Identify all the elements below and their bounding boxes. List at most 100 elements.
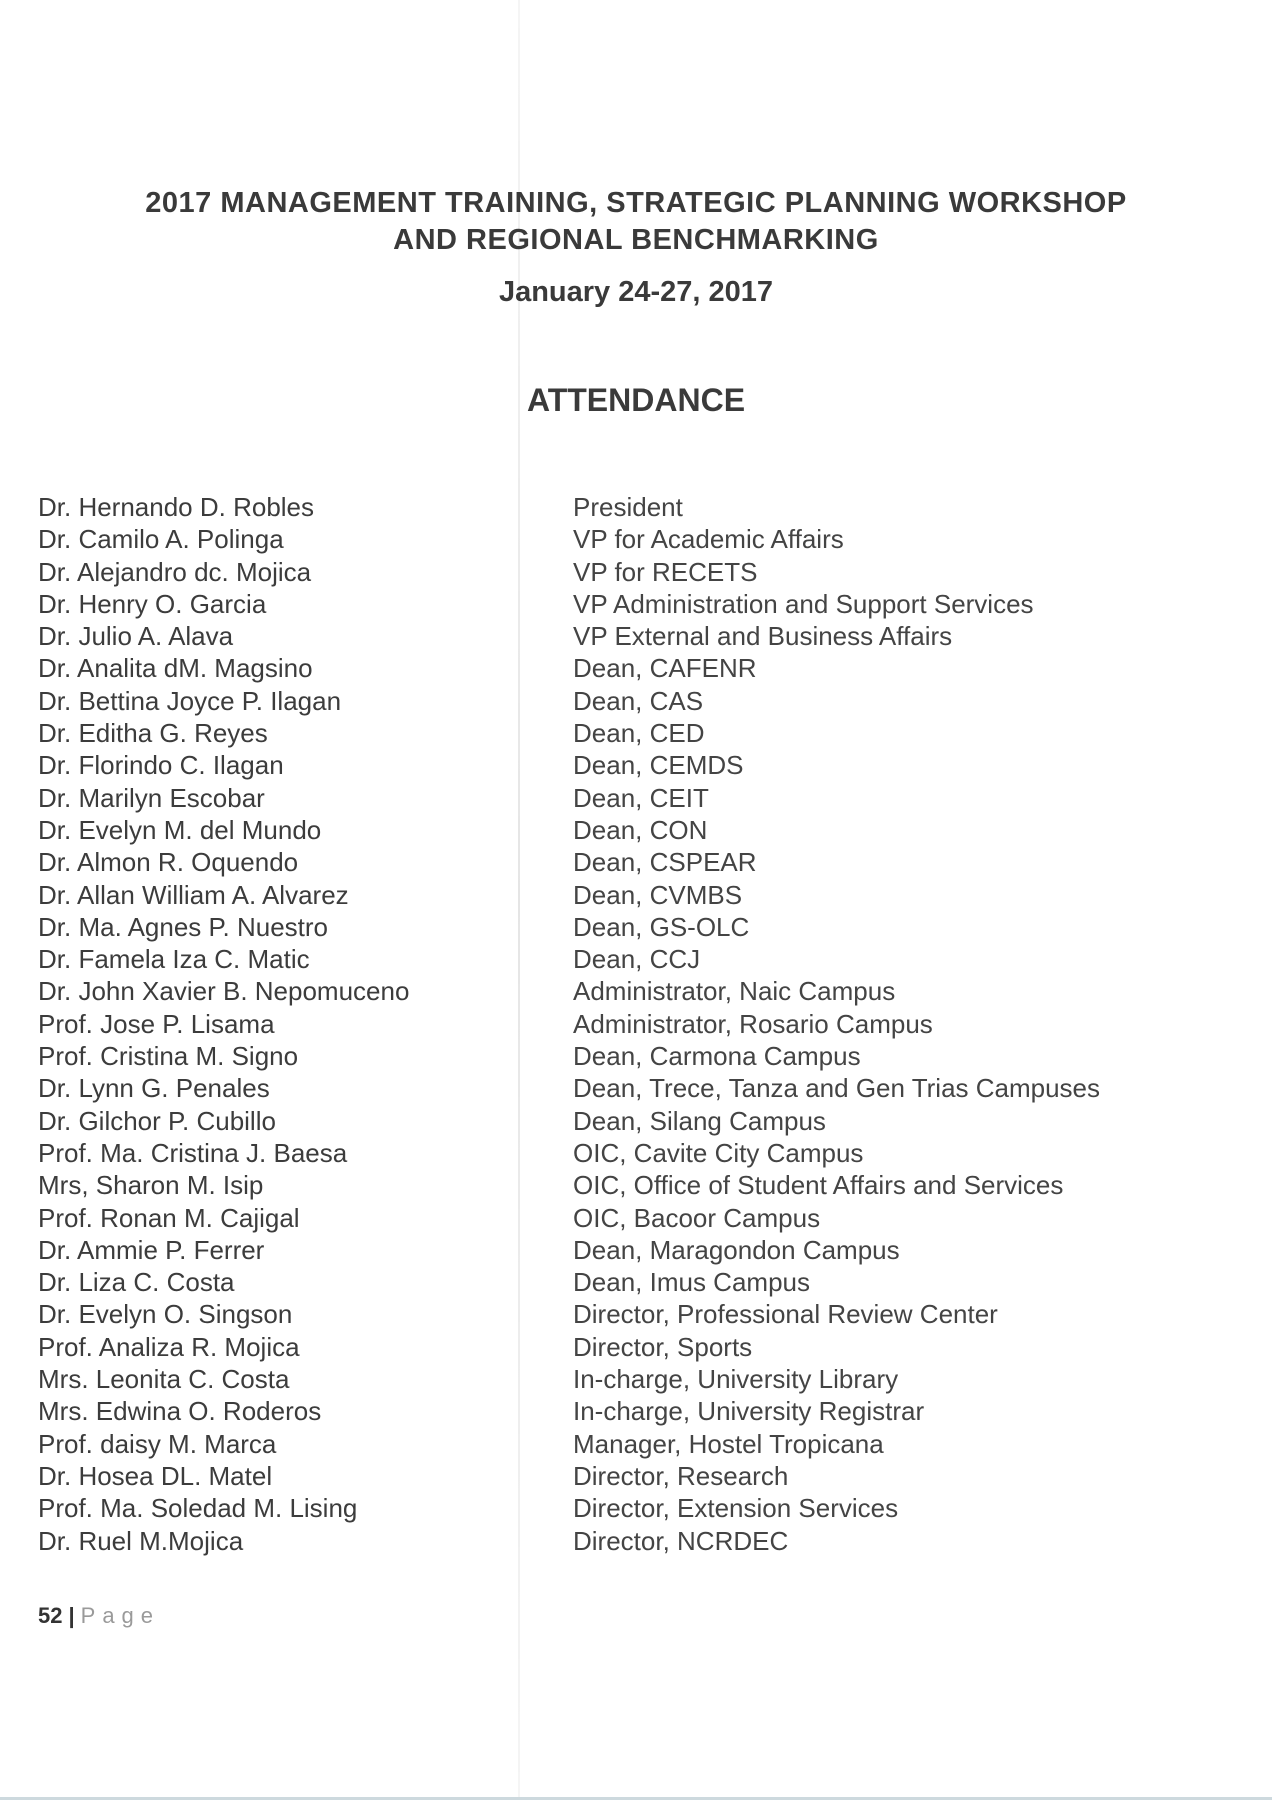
attendance-row: Dr. Famela Iza C. Matic Dean, CCJ (38, 943, 1218, 975)
attendance-row: Dr. Gilchor P. Cubillo Dean, Silang Campu… (38, 1105, 1218, 1137)
attendee-position: Dean, CCJ (573, 944, 701, 975)
attendee-position: OIC, Bacoor Campus (573, 1202, 821, 1233)
attendee-name: Dr. Julio A. Alava (38, 621, 234, 652)
attendance-row: Dr. Editha G. Reyes Dean, CED (38, 717, 1218, 749)
attendance-row: Dr. Liza C. Costa Dean, Imus Campus (38, 1266, 1218, 1298)
attendance-row: Dr. Florindo C. Ilagan Dean, CEMDS (38, 749, 1218, 781)
attendance-row: Dr. John Xavier B. Nepomuceno Administrat… (38, 975, 1218, 1007)
attendance-row: Dr. Bettina Joyce P. Ilagan Dean, CAS (38, 685, 1218, 717)
attendee-position: Dean, CON (573, 814, 708, 845)
attendee-name: Dr. Ma. Agnes P. Nuestro (38, 911, 328, 942)
attendee-position: Dean, GS-OLC (573, 911, 750, 942)
attendee-name: Prof. Ronan M. Cajigal (38, 1202, 300, 1233)
attendee-name: Dr. Analita dM. Magsino (38, 653, 313, 684)
attendee-position: VP for RECETS (573, 556, 758, 587)
page-label: Page (80, 1603, 161, 1628)
attendee-name: Prof. Ma. Soledad M. Lising (38, 1493, 358, 1524)
attendee-position: Director, Professional Review Center (573, 1299, 998, 1330)
attendee-position: Manager, Hostel Tropicana (573, 1428, 884, 1459)
attendee-name: Dr. Almon R. Oquendo (38, 847, 299, 878)
attendee-name: Mrs. Leonita C. Costa (38, 1364, 290, 1395)
attendee-position: Dean, CVMBS (573, 879, 743, 910)
page-footer: 52 | Page (38, 1603, 160, 1629)
attendee-name: Dr. Gilchor P. Cubillo (38, 1105, 276, 1136)
attendee-name: Dr. Camilo A. Polinga (38, 524, 284, 555)
attendee-position: Dean, CAS (573, 685, 704, 716)
attendee-name: Dr. Allan William A. Alvarez (38, 879, 349, 910)
attendee-position: VP Administration and Support Services (573, 588, 1034, 619)
attendee-position: Dean, Maragondon Campus (573, 1234, 900, 1265)
attendance-row: Prof. Cristina M. Signo Dean, Carmona Cam… (38, 1040, 1218, 1072)
attendee-position: Director, NCRDEC (573, 1525, 789, 1556)
attendee-position: Administrator, Naic Campus (573, 976, 896, 1007)
attendee-name: Dr. Henry O. Garcia (38, 588, 267, 619)
document-title-line-2: AND REGIONAL BENCHMARKING (393, 224, 879, 256)
attendance-row: Dr. Alejandro dc. Mojica VP for RECETS (38, 556, 1218, 588)
attendee-name: Dr. Editha G. Reyes (38, 718, 268, 749)
attendee-name: Dr. John Xavier B. Nepomuceno (38, 976, 410, 1007)
attendance-row: Dr. Julio A. Alava VP External and Busine… (38, 620, 1218, 652)
attendance-row: Dr. Allan William A. Alvarez Dean, CVMBS (38, 879, 1218, 911)
attendee-position: Dean, CEIT (573, 782, 709, 813)
attendance-row: Dr. Evelyn M. del Mundo Dean, CON (38, 814, 1218, 846)
attendee-position: Dean, CEMDS (573, 750, 744, 781)
attendance-row: Dr. Ma. Agnes P. Nuestro Dean, GS-OLC (38, 911, 1218, 943)
attendance-row: Dr. Hernando D. Robles President (38, 491, 1218, 523)
attendee-position: Director, Extension Services (573, 1493, 899, 1524)
attendance-row: Prof. Ma. Cristina J. Baesa OIC, Cavite C… (38, 1137, 1218, 1169)
attendee-position: VP External and Business Affairs (573, 621, 953, 652)
attendance-row: Prof. daisy M. Marca Manager, Hostel Trop… (38, 1428, 1218, 1460)
attendee-position: Dean, CAFENR (573, 653, 757, 684)
attendance-row: Prof. Jose P. Lisama Administrator, Rosar… (38, 1008, 1218, 1040)
attendee-position: Dean, Silang Campus (573, 1105, 826, 1136)
attendance-row: Prof. Analiza R. Mojica Director, Sports (38, 1331, 1218, 1363)
attendee-name: Dr. Evelyn O. Singson (38, 1299, 293, 1330)
attendance-row: Dr. Ruel M.Mojica Director, NCRDEC (38, 1525, 1218, 1557)
attendee-name: Dr. Florindo C. Ilagan (38, 750, 284, 781)
attendee-position: In-charge, University Library (573, 1364, 899, 1395)
attendee-name: Dr. Ruel M.Mojica (38, 1525, 244, 1556)
attendance-heading: ATTENDANCE (526, 382, 746, 418)
attendee-name: Dr. Hosea DL. Matel (38, 1460, 273, 1491)
document-title-line-1: 2017 MANAGEMENT TRAINING, STRATEGIC PLAN… (145, 187, 1127, 219)
attendee-position: OIC, Office of Student Affairs and Servi… (573, 1170, 1064, 1201)
attendee-position: Dean, CED (573, 718, 705, 749)
attendance-row: Prof. Ronan M. Cajigal OIC, Bacoor Campus (38, 1202, 1218, 1234)
attendee-name: Prof. Ma. Cristina J. Baesa (38, 1137, 348, 1168)
page-number: 52 (38, 1603, 63, 1628)
event-date: January 24-27, 2017 (498, 276, 774, 308)
attendee-position: Dean, Imus Campus (573, 1267, 810, 1298)
attendance-row: Dr. Ammie P. Ferrer Dean, Maragondon Camp… (38, 1234, 1218, 1266)
attendee-position: Director, Research (573, 1460, 789, 1491)
attendee-position: Dean, Trece, Tanza and Gen Trias Campuse… (573, 1073, 1101, 1104)
attendance-row: Dr. Analita dM. Magsino Dean, CAFENR (38, 652, 1218, 684)
attendance-row: Mrs. Leonita C. Costa In-charge, Universi… (38, 1363, 1218, 1395)
attendance-row: Prof. Ma. Soledad M. Lising Director, Ext… (38, 1492, 1218, 1524)
attendee-position: Dean, CSPEAR (573, 847, 757, 878)
attendee-position: VP for Academic Affairs (573, 524, 844, 555)
attendee-name: Dr. Ammie P. Ferrer (38, 1234, 265, 1265)
attendance-row: Dr. Lynn G. Penales Dean, Trece, Tanza an… (38, 1072, 1218, 1104)
attendance-row: Dr. Henry O. Garcia VP Administration and… (38, 588, 1218, 620)
attendee-name: Mrs, Sharon M. Isip (38, 1170, 264, 1201)
attendance-row: Dr. Marilyn Escobar Dean, CEIT (38, 782, 1218, 814)
attendee-name: Prof. Cristina M. Signo (38, 1041, 299, 1072)
attendee-name: Dr. Alejandro dc. Mojica (38, 556, 312, 587)
attendee-position: Administrator, Rosario Campus (573, 1008, 933, 1039)
attendee-name: Mrs. Edwina O. Roderos (38, 1396, 322, 1427)
attendee-position: In-charge, University Registrar (573, 1396, 925, 1427)
attendee-name: Dr. Bettina Joyce P. Ilagan (38, 685, 342, 716)
attendance-row: Dr. Camilo A. Polinga VP for Academic Aff… (38, 523, 1218, 555)
attendee-position: Director, Sports (573, 1331, 753, 1362)
page-separator: | (68, 1603, 75, 1628)
attendee-position: OIC, Cavite City Campus (573, 1137, 864, 1168)
attendee-position: President (573, 492, 683, 522)
attendee-name: Dr. Lynn G. Penales (38, 1073, 270, 1104)
attendance-row: Dr. Hosea DL. Matel Director, Research (38, 1460, 1218, 1492)
attendee-name: Dr. Evelyn M. del Mundo (38, 814, 322, 845)
attendee-name: Prof. daisy M. Marca (38, 1428, 277, 1459)
attendee-name: Prof. Analiza R. Mojica (38, 1331, 300, 1362)
attendee-name: Dr. Hernando D. Robles (38, 492, 315, 522)
attendee-name: Dr. Famela Iza C. Matic (38, 944, 310, 975)
attendance-list: Dr. Hernando D. Robles President Dr. Camil… (38, 491, 1218, 1557)
